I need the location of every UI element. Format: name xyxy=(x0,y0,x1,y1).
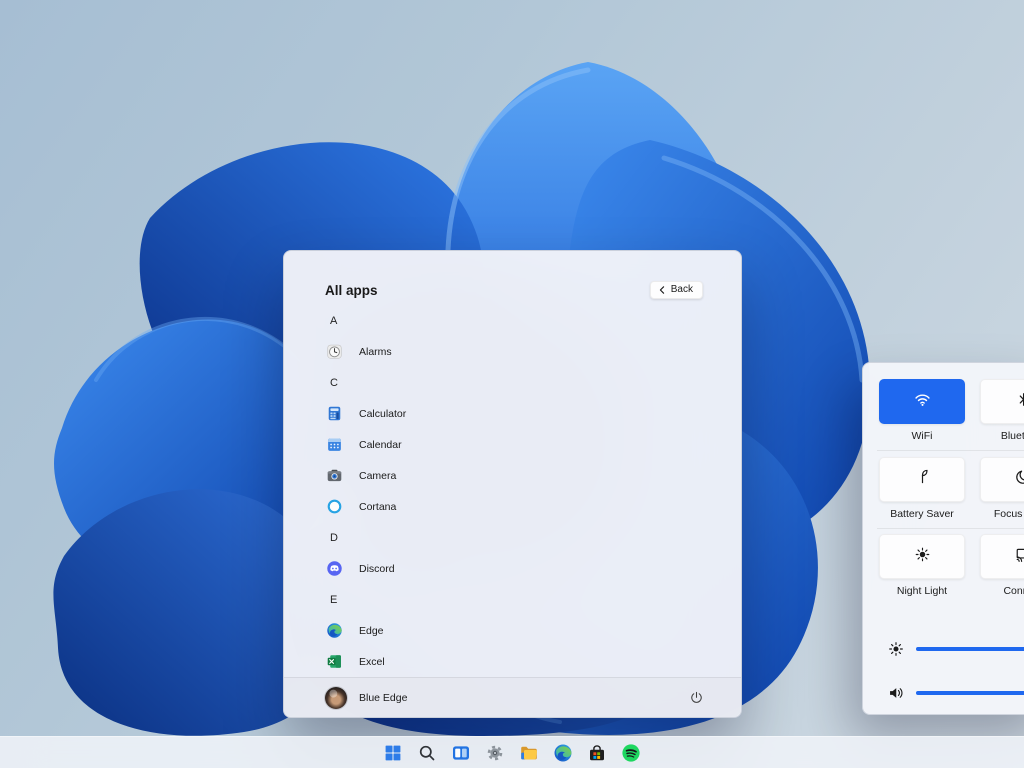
quick-setting-label: Night Light xyxy=(879,585,965,597)
start-menu-all-apps-panel: All apps Back A Alarms C Calculator Calendar… xyxy=(283,250,742,718)
discord-icon xyxy=(326,560,343,577)
section-letter-d[interactable]: D xyxy=(284,522,741,553)
app-item-label: Discord xyxy=(359,563,395,575)
quick-setting-cell: Connect xyxy=(980,534,1024,612)
taskbar-edge-button[interactable] xyxy=(551,741,575,765)
taskbar-start-button[interactable] xyxy=(381,741,405,765)
user-avatar[interactable] xyxy=(325,687,347,709)
taskbar-spotify-button[interactable] xyxy=(619,741,643,765)
folder-icon xyxy=(519,743,539,763)
section-letter-e[interactable]: E xyxy=(284,584,741,615)
quick-settings-divider xyxy=(877,528,1024,529)
focus-icon xyxy=(1014,467,1024,491)
taskbar-task-view-button[interactable] xyxy=(449,741,473,765)
section-letter-label: A xyxy=(330,315,337,327)
app-item-alarms[interactable]: Alarms xyxy=(284,336,741,367)
quick-setting-cell: Night Light xyxy=(879,534,965,612)
app-item-label: Edge xyxy=(359,625,384,637)
app-item-label: Camera xyxy=(359,470,396,482)
app-item-cortana[interactable]: Cortana xyxy=(284,491,741,522)
quick-settings-grid: WiFi Bluetooth Battery Saver Focus assist Ni… xyxy=(879,379,1024,612)
connect-icon xyxy=(1014,545,1024,569)
app-item-label: Calendar xyxy=(359,439,402,451)
section-letter-c[interactable]: C xyxy=(284,367,741,398)
user-name[interactable]: Blue Edge xyxy=(359,692,407,704)
volume-slider-row xyxy=(887,681,1024,705)
volume-icon xyxy=(887,684,905,702)
battery-saver-icon xyxy=(913,467,932,491)
quick-setting-cell: Battery Saver xyxy=(879,457,965,535)
app-item-calculator[interactable]: Calculator xyxy=(284,398,741,429)
wifi-icon xyxy=(913,390,932,414)
taskbar-store-button[interactable] xyxy=(585,741,609,765)
brightness-slider[interactable] xyxy=(916,647,1024,651)
app-item-label: Calculator xyxy=(359,408,406,420)
search-icon xyxy=(417,743,437,763)
taskbar-file-explorer-button[interactable] xyxy=(517,741,541,765)
power-icon xyxy=(689,690,704,705)
quick-setting-label: Bluetooth xyxy=(980,430,1024,442)
quick-setting-cell: Focus assist xyxy=(980,457,1024,535)
chevron-left-icon xyxy=(658,286,666,294)
taskbar xyxy=(0,736,1024,768)
bluetooth-icon xyxy=(1014,390,1024,414)
start-menu-user-bar: Blue Edge xyxy=(284,677,741,717)
calculator-icon xyxy=(326,405,343,422)
start-menu-header: All apps Back xyxy=(325,280,703,300)
calendar-icon xyxy=(326,436,343,453)
app-item-label: Excel xyxy=(359,656,385,668)
section-letter-a[interactable]: A xyxy=(284,305,741,336)
settings-gear-icon xyxy=(485,743,505,763)
windows-start-icon xyxy=(383,743,403,763)
brightness-icon xyxy=(887,640,905,658)
night-light-icon xyxy=(913,545,932,569)
microsoft-store-icon xyxy=(587,743,607,763)
taskbar-settings-button[interactable] xyxy=(483,741,507,765)
connect-tile[interactable] xyxy=(980,534,1024,579)
app-item-label: Cortana xyxy=(359,501,396,513)
app-item-camera[interactable]: Camera xyxy=(284,460,741,491)
taskbar-search-button[interactable] xyxy=(415,741,439,765)
quick-setting-label: Focus assist xyxy=(980,508,1024,520)
quick-setting-label: Battery Saver xyxy=(879,508,965,520)
quick-settings-sliders xyxy=(887,637,1024,725)
edge-icon xyxy=(326,622,343,639)
power-button[interactable] xyxy=(683,685,709,711)
excel-icon xyxy=(326,653,343,670)
quick-setting-cell: Bluetooth xyxy=(980,379,1024,457)
focus-assist-tile[interactable] xyxy=(980,457,1024,502)
alarms-icon xyxy=(326,343,343,360)
quick-setting-label: Connect xyxy=(980,585,1024,597)
app-item-discord[interactable]: Discord xyxy=(284,553,741,584)
battery-saver-tile[interactable] xyxy=(879,457,965,502)
quick-settings-panel: WiFi Bluetooth Battery Saver Focus assist Ni… xyxy=(862,362,1024,715)
back-button-label: Back xyxy=(671,284,693,295)
volume-slider[interactable] xyxy=(916,691,1024,695)
quick-settings-divider xyxy=(877,450,1024,451)
back-button[interactable]: Back xyxy=(650,281,703,299)
wifi-tile[interactable] xyxy=(879,379,965,424)
quick-setting-label: WiFi xyxy=(879,430,965,442)
spotify-icon xyxy=(621,743,641,763)
brightness-slider-row xyxy=(887,637,1024,661)
task-view-icon xyxy=(451,743,471,763)
app-item-edge[interactable]: Edge xyxy=(284,615,741,646)
section-letter-label: D xyxy=(330,532,338,544)
night-light-tile[interactable] xyxy=(879,534,965,579)
section-letter-label: E xyxy=(330,594,337,606)
all-apps-list: A Alarms C Calculator Calendar Camera Cortana D… xyxy=(284,305,741,677)
quick-setting-cell: WiFi xyxy=(879,379,965,457)
app-item-calendar[interactable]: Calendar xyxy=(284,429,741,460)
cortana-icon xyxy=(326,498,343,515)
bluetooth-tile[interactable] xyxy=(980,379,1024,424)
all-apps-title: All apps xyxy=(325,283,378,298)
camera-icon xyxy=(326,467,343,484)
edge-icon xyxy=(553,743,573,763)
section-letter-label: C xyxy=(330,377,338,389)
app-item-label: Alarms xyxy=(359,346,392,358)
app-item-excel[interactable]: Excel xyxy=(284,646,741,677)
